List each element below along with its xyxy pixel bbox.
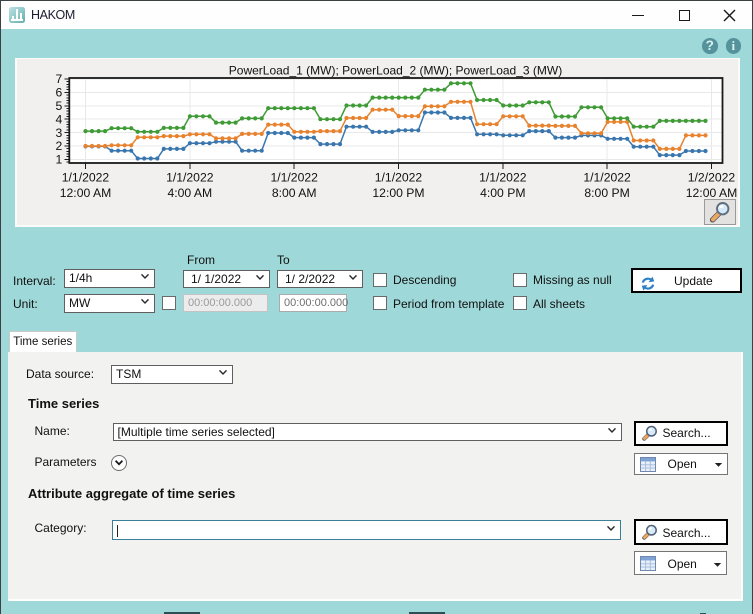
svg-text:PowerLoad_1 (MW); PowerLoad_2: PowerLoad_1 (MW); PowerLoad_2 (MW); Powe… [229,64,562,78]
svg-text:1/1/2022: 1/1/2022 [270,170,318,184]
svg-text:1/1/2022: 1/1/2022 [375,170,423,184]
svg-text:12:00 AM: 12:00 AM [686,186,738,200]
svg-text:1/1/2022: 1/1/2022 [62,170,110,184]
svg-text:8:00 PM: 8:00 PM [584,186,629,200]
svg-text:1/1/2022: 1/1/2022 [583,170,631,184]
svg-text:12:00 AM: 12:00 AM [60,186,112,200]
svg-text:4: 4 [56,112,63,126]
svg-text:1/2/2022: 1/2/2022 [688,170,736,184]
svg-text:8:00 AM: 8:00 AM [272,186,317,200]
svg-text:12:00 PM: 12:00 PM [372,186,424,200]
svg-text:1/1/2022: 1/1/2022 [166,170,214,184]
svg-text:1: 1 [56,153,63,167]
svg-text:2: 2 [56,139,63,153]
svg-text:1/1/2022: 1/1/2022 [479,170,527,184]
svg-text:6: 6 [56,86,63,100]
svg-text:3: 3 [56,126,63,140]
svg-text:4:00 PM: 4:00 PM [480,186,525,200]
svg-text:5: 5 [56,99,63,113]
svg-text:4:00 AM: 4:00 AM [167,186,212,200]
svg-text:7: 7 [56,72,63,86]
